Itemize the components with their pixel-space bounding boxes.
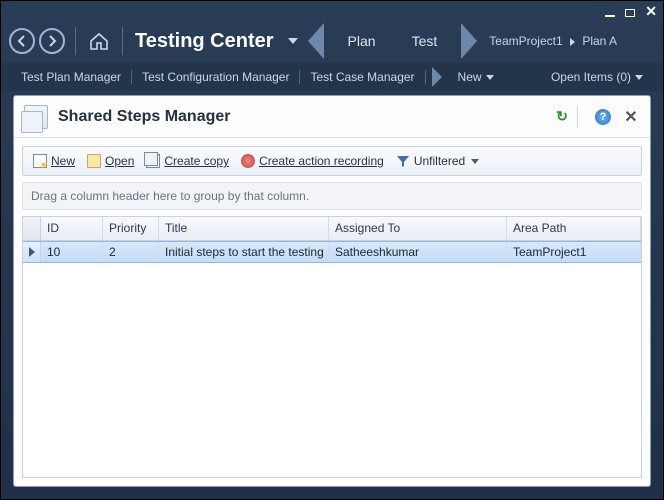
toolbar: New Open Create copy Create action recor… <box>22 146 642 176</box>
arrow-left-icon <box>16 35 28 47</box>
minimize-button[interactable] <box>605 4 615 20</box>
refresh-button[interactable]: ↻ <box>553 108 571 126</box>
window-controls: ✕ <box>605 3 657 20</box>
home-button[interactable] <box>86 28 112 54</box>
app-title: Testing Center <box>135 30 274 53</box>
sub-navigation: Test Plan Manager Test Configuration Man… <box>1 63 663 91</box>
row-header-corner <box>23 217 41 240</box>
nav-back-button[interactable] <box>9 28 35 54</box>
close-icon: ✕ <box>624 107 637 127</box>
chevron-down-icon <box>486 75 494 80</box>
cell-priority: 2 <box>103 242 159 262</box>
shared-steps-icon <box>24 105 48 129</box>
maximize-button[interactable] <box>625 4 635 20</box>
chevron-right-icon <box>570 38 575 46</box>
open-label: Open <box>105 154 134 168</box>
separator <box>425 70 426 84</box>
nav-forward-button[interactable] <box>39 28 65 54</box>
tabs-scroll-left[interactable] <box>308 23 324 59</box>
column-priority[interactable]: Priority <box>103 217 159 240</box>
app-window: ✕ Testing Center Plan Test TeamProject1 … <box>0 0 664 500</box>
group-by-hint[interactable]: Drag a column header here to group by th… <box>22 182 642 210</box>
new-dropdown[interactable]: New <box>448 70 504 84</box>
new-icon <box>33 154 47 168</box>
filter-icon <box>396 154 410 168</box>
home-icon <box>88 31 110 51</box>
new-label: New <box>51 154 75 168</box>
subnav-scroll-right[interactable] <box>432 67 442 87</box>
main-ribbon: Testing Center Plan Test TeamProject1 Pl… <box>1 19 663 63</box>
open-items-dropdown[interactable]: Open Items (0) <box>541 70 653 84</box>
create-copy-label: Create copy <box>164 154 229 168</box>
create-copy-button[interactable]: Create copy <box>142 152 233 170</box>
subnav-test-plan-manager[interactable]: Test Plan Manager <box>11 70 131 84</box>
breadcrumb[interactable]: TeamProject1 Plan A <box>489 34 617 48</box>
tabs-scroll-right[interactable] <box>461 23 477 59</box>
open-button[interactable]: Open <box>83 152 138 170</box>
help-icon: ? <box>595 109 611 125</box>
create-action-recording-label: Create action recording <box>259 154 384 168</box>
column-title[interactable]: Title <box>159 217 329 240</box>
close-panel-button[interactable]: ✕ <box>622 108 640 126</box>
cell-title: Initial steps to start the testing <box>159 242 329 262</box>
breadcrumb-plan: Plan A <box>582 34 617 48</box>
panel-header: Shared Steps Manager ↻ ? ✕ <box>14 96 650 138</box>
column-assigned-to[interactable]: Assigned To <box>329 217 507 240</box>
cell-assigned-to: Satheeshkumar <box>329 242 507 262</box>
new-label: New <box>458 70 482 84</box>
chevron-down-icon <box>635 75 643 80</box>
app-title-dropdown[interactable] <box>288 38 298 44</box>
new-button[interactable]: New <box>29 152 79 170</box>
help-button[interactable]: ? <box>594 108 612 126</box>
row-indicator-icon <box>23 242 41 262</box>
separator <box>122 27 123 55</box>
filter-label: Unfiltered <box>414 154 465 168</box>
breadcrumb-project: TeamProject1 <box>489 34 562 48</box>
subnav-test-case-manager[interactable]: Test Case Manager <box>300 70 424 84</box>
maximize-icon <box>625 9 635 17</box>
column-id[interactable]: ID <box>41 217 103 240</box>
create-action-recording-button[interactable]: Create action recording <box>237 152 388 170</box>
close-button[interactable]: ✕ <box>645 3 657 20</box>
chevron-down-icon <box>471 159 479 164</box>
tab-test[interactable]: Test <box>394 33 456 49</box>
arrow-right-icon <box>46 35 58 47</box>
copy-icon <box>146 154 160 168</box>
open-items-label: Open Items (0) <box>551 70 631 84</box>
separator <box>577 106 578 128</box>
filter-dropdown[interactable]: Unfiltered <box>392 152 483 170</box>
table-row[interactable]: 10 2 Initial steps to start the testing … <box>23 241 641 263</box>
record-icon <box>241 154 255 168</box>
separator <box>75 27 76 55</box>
tab-plan[interactable]: Plan <box>330 33 394 49</box>
main-panel: Shared Steps Manager ↻ ? ✕ New Open Crea… <box>13 95 651 487</box>
refresh-icon: ↻ <box>556 108 568 125</box>
data-grid: ID Priority Title Assigned To Area Path … <box>22 216 642 478</box>
grid-header: ID Priority Title Assigned To Area Path <box>23 217 641 241</box>
cell-id: 10 <box>41 242 103 262</box>
subnav-test-configuration-manager[interactable]: Test Configuration Manager <box>132 70 299 84</box>
cell-area-path: TeamProject1 <box>507 242 641 262</box>
minimize-icon <box>605 15 615 17</box>
open-icon <box>87 154 101 168</box>
column-area-path[interactable]: Area Path <box>507 217 641 240</box>
panel-title: Shared Steps Manager <box>58 108 543 126</box>
